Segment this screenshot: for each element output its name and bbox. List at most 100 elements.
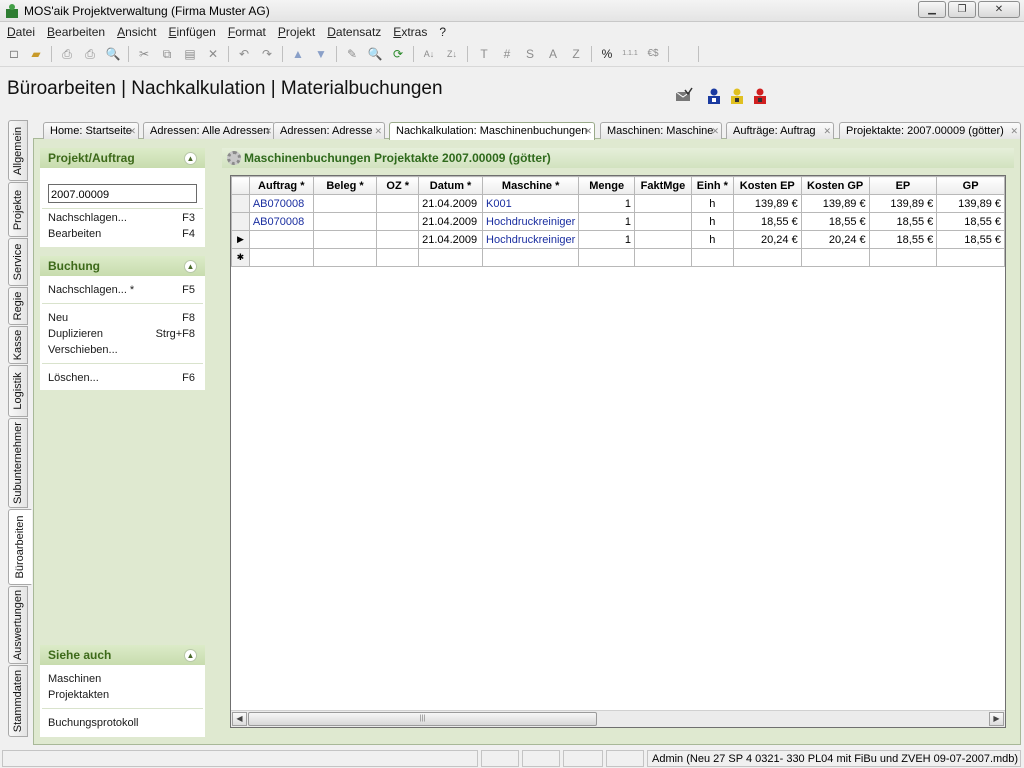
cell-kosten-ep[interactable]: 139,89 € — [732, 194, 802, 213]
tab-close-icon[interactable]: ✕ — [264, 126, 272, 137]
restore-button[interactable]: ❐ — [948, 1, 976, 18]
buchung-verschieben-link[interactable]: Verschieben... — [48, 344, 118, 356]
vtab-subunternehmer[interactable]: Subunternehmer — [8, 418, 28, 508]
cell-faktmge[interactable] — [634, 212, 692, 231]
column-header-kosten-gp[interactable]: Kosten GP — [800, 176, 870, 195]
cell-ep[interactable]: 139,89 € — [868, 194, 938, 213]
cell-faktmge[interactable] — [634, 194, 692, 213]
cell-auftrag[interactable]: AB070008 — [248, 194, 314, 213]
buchung-duplizieren-link[interactable]: Duplizieren — [48, 328, 103, 340]
cell-menge[interactable] — [578, 248, 636, 267]
currency-button[interactable]: €$ — [644, 45, 662, 63]
tab-close-icon[interactable]: ✕ — [374, 126, 382, 137]
column-header-ep[interactable]: EP — [868, 176, 938, 195]
print-icon[interactable]: ⎙ — [58, 45, 76, 63]
tab-adressen-alle[interactable]: Adressen: Alle Adressen ✕ — [143, 122, 275, 139]
tab-close-icon[interactable]: ✕ — [1010, 126, 1018, 137]
cell-kosten-gp[interactable]: 20,24 € — [800, 230, 870, 249]
print-preview-icon[interactable]: ⎙ — [81, 45, 99, 63]
vtab-kasse[interactable]: Kasse — [8, 326, 28, 364]
s-filter-button[interactable]: S — [521, 45, 539, 63]
sort-descending-icon[interactable]: Z↓ — [443, 45, 461, 63]
cell-gp[interactable] — [936, 248, 1005, 267]
vtab-stammdaten[interactable]: Stammdaten — [8, 665, 28, 737]
table-row-new[interactable]: ✱ — [231, 248, 1005, 267]
cell-einh[interactable] — [690, 248, 734, 267]
search-icon[interactable]: 🔍 — [366, 45, 384, 63]
number-filter-button[interactable]: # — [498, 45, 516, 63]
cell-einh[interactable]: h — [690, 230, 734, 249]
panel-projekt-header[interactable]: Projekt/Auftrag ▲ — [40, 148, 205, 168]
column-header-oz[interactable]: OZ * — [376, 176, 420, 195]
percent-button[interactable]: % — [598, 45, 616, 63]
cell-maschine[interactable] — [482, 248, 580, 267]
cell-ep[interactable]: 18,55 € — [868, 212, 938, 231]
cut-icon[interactable]: ✂ — [135, 45, 153, 63]
cell-beleg[interactable] — [312, 248, 378, 267]
cell-gp[interactable]: 18,55 € — [936, 230, 1005, 249]
menu-einfuegen[interactable]: Einfügen — [161, 22, 220, 39]
delete-icon[interactable]: ✕ — [204, 45, 222, 63]
cell-beleg[interactable] — [312, 212, 378, 231]
buchung-loeschen-link[interactable]: Löschen... — [48, 372, 99, 384]
cell-datum[interactable]: 21.04.2009 — [418, 230, 484, 249]
column-header-maschine[interactable]: Maschine * — [482, 176, 580, 195]
new-row-marker-icon[interactable]: ✱ — [231, 248, 250, 267]
menu-help[interactable]: ? — [432, 22, 451, 39]
column-header-einh[interactable]: Einh * — [690, 176, 734, 195]
tab-close-icon[interactable]: ✕ — [823, 126, 831, 137]
cell-einh[interactable]: h — [690, 194, 734, 213]
refresh-icon[interactable]: ⟳ — [389, 45, 407, 63]
mail-check-icon[interactable] — [675, 87, 693, 105]
column-header-auftrag[interactable]: Auftrag * — [248, 176, 314, 195]
tab-home-startseite[interactable]: Home: Startseite ✕ — [43, 122, 139, 139]
tab-projektakte[interactable]: Projektakte: 2007.00009 (götter) ✕ — [839, 122, 1021, 139]
vtab-allgemein[interactable]: Allgemein — [8, 120, 28, 181]
vtab-projekte[interactable]: Projekte — [8, 182, 28, 237]
projekt-number-input[interactable] — [48, 184, 197, 203]
sort-ascending-icon[interactable]: A↓ — [420, 45, 438, 63]
menu-projekt[interactable]: Projekt — [271, 22, 320, 39]
cell-faktmge[interactable] — [634, 230, 692, 249]
cell-faktmge[interactable] — [634, 248, 692, 267]
cell-einh[interactable]: h — [690, 212, 734, 231]
vtab-service[interactable]: Service — [8, 238, 28, 286]
panel-siehe-header[interactable]: Siehe auch ▲ — [40, 645, 205, 665]
number-format-button[interactable]: 1.1.1 — [619, 45, 641, 63]
column-header-datum[interactable]: Datum * — [418, 176, 484, 195]
collapse-chevron-icon[interactable]: ▲ — [184, 649, 197, 662]
column-header-kosten-ep[interactable]: Kosten EP — [732, 176, 802, 195]
cell-ep[interactable]: 18,55 € — [868, 230, 938, 249]
copy-icon[interactable]: ⧉ — [158, 45, 176, 63]
panel-buchung-header[interactable]: Buchung ▲ — [40, 256, 205, 276]
vtab-logistik[interactable]: Logistik — [8, 365, 28, 417]
undo-icon[interactable]: ↶ — [235, 45, 253, 63]
cell-kosten-ep[interactable]: 20,24 € — [732, 230, 802, 249]
buchung-nachschlagen-link[interactable]: Nachschlagen... * — [48, 284, 134, 296]
column-header-gp[interactable]: GP — [936, 176, 1005, 195]
z-filter-button[interactable]: Z — [567, 45, 585, 63]
vtab-regie[interactable]: Regie — [8, 287, 28, 325]
new-icon[interactable]: □ — [5, 45, 23, 63]
table-row[interactable]: AB070008 21.04.2009 Hochdruckreiniger 1 … — [231, 212, 1005, 231]
menu-datensatz[interactable]: Datensatz — [320, 22, 386, 39]
tab-adressen-adresse[interactable]: Adressen: Adresse ✕ — [273, 122, 385, 139]
tab-close-icon[interactable]: ✕ — [128, 126, 136, 137]
menu-bearbeiten[interactable]: Bearbeiten — [40, 22, 110, 39]
cell-menge[interactable]: 1 — [578, 212, 636, 231]
siehe-buchungsprotokoll-link[interactable]: Buchungsprotokoll — [48, 717, 139, 729]
tab-close-icon[interactable]: ✕ — [711, 126, 719, 137]
row-selector[interactable] — [231, 212, 250, 231]
row-selector[interactable] — [231, 194, 250, 213]
cell-kosten-ep[interactable]: 18,55 € — [732, 212, 802, 231]
vtab-auswertungen[interactable]: Auswertungen — [8, 586, 28, 664]
menu-format[interactable]: Format — [221, 22, 271, 39]
collapse-chevron-icon[interactable]: ▲ — [184, 152, 197, 165]
cell-kosten-gp[interactable]: 139,89 € — [800, 194, 870, 213]
buchung-neu-link[interactable]: Neu — [48, 312, 68, 324]
cell-oz[interactable] — [376, 230, 420, 249]
projekt-nachschlagen-link[interactable]: Nachschlagen... — [48, 212, 127, 224]
cell-maschine[interactable]: K001 — [482, 194, 580, 213]
page-preview-icon[interactable]: 🔍 — [104, 45, 122, 63]
tab-close-icon[interactable]: ✕ — [584, 126, 592, 137]
